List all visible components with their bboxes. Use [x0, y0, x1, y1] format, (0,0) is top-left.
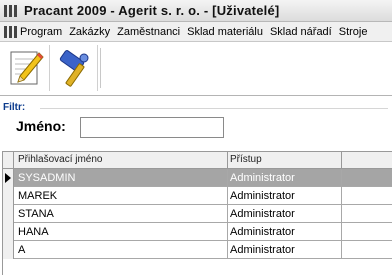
filter-panel: Filtr: Jméno: [0, 96, 392, 148]
row-indicator [3, 241, 14, 259]
menu-stroje[interactable]: Stroje [339, 26, 368, 38]
current-row-arrow-icon [5, 173, 11, 183]
cell-divider [341, 223, 342, 241]
menu-sklad-materialu[interactable]: Sklad materiálu [187, 26, 263, 38]
table-row[interactable]: A Administrator [3, 241, 392, 259]
cell-divider [341, 169, 342, 187]
filter-title: Filtr: [3, 102, 26, 113]
column-login-header[interactable]: Přihlašovací jméno [18, 154, 102, 165]
table-row[interactable]: MAREK Administrator [3, 187, 392, 205]
header-indicator [3, 152, 14, 169]
cell-divider [227, 169, 228, 187]
table-row[interactable]: STANA Administrator [3, 205, 392, 223]
login-cell[interactable]: MAREK [18, 190, 57, 202]
cell-divider [341, 187, 342, 205]
edit-icon [10, 51, 44, 85]
cell-divider [227, 241, 228, 259]
column-divider [227, 152, 228, 169]
column-divider [341, 152, 342, 169]
title-bar: Pracant 2009 - Agerit s. r. o. - [Uživat… [0, 0, 392, 22]
cell-divider [227, 205, 228, 223]
login-cell[interactable]: STANA [18, 208, 54, 220]
cell-divider [341, 241, 342, 259]
access-cell[interactable]: Administrator [230, 208, 295, 220]
name-label: Jméno: [16, 118, 66, 134]
name-filter-input[interactable] [80, 117, 224, 138]
row-indicator [3, 223, 14, 241]
cell-divider [227, 187, 228, 205]
table-row[interactable]: SYSADMIN Administrator [3, 169, 392, 187]
row-indicator [3, 187, 14, 205]
login-cell[interactable]: HANA [18, 226, 49, 238]
access-cell[interactable]: Administrator [230, 226, 295, 238]
access-cell[interactable]: Administrator [230, 244, 295, 256]
tools-button[interactable] [52, 45, 98, 91]
cell-divider [227, 223, 228, 241]
table-row[interactable]: HANA Administrator [3, 223, 392, 241]
menu-sklad-naradi[interactable]: Sklad nářadí [270, 26, 332, 38]
window-title: Pracant 2009 - Agerit s. r. o. - [Uživat… [24, 3, 280, 18]
grid-header: Přihlašovací jméno Přístup [3, 152, 392, 169]
access-cell[interactable]: Administrator [230, 190, 295, 202]
row-indicator [3, 205, 14, 223]
edit-button[interactable] [4, 45, 50, 91]
hammer-icon [59, 50, 89, 87]
column-access-header[interactable]: Přístup [230, 154, 262, 165]
app-icon [4, 5, 17, 17]
filter-divider [40, 108, 388, 109]
access-cell[interactable]: Administrator [230, 172, 295, 184]
row-indicator [3, 169, 14, 187]
menu-zamestnanci[interactable]: Zaměstnanci [117, 26, 180, 38]
users-grid: Přihlašovací jméno Přístup SYSADMIN Admi… [2, 151, 392, 275]
menu-program[interactable]: Program [20, 26, 62, 38]
menu-zakazky[interactable]: Zakázky [69, 26, 110, 38]
login-cell[interactable]: SYSADMIN [18, 172, 75, 184]
login-cell[interactable]: A [18, 244, 25, 256]
toolbar [0, 42, 392, 96]
toolbar-separator [100, 48, 101, 88]
menu-grip-icon [4, 26, 17, 38]
menu-bar: Program Zakázky Zaměstnanci Sklad materi… [0, 22, 392, 42]
cell-divider [341, 205, 342, 223]
